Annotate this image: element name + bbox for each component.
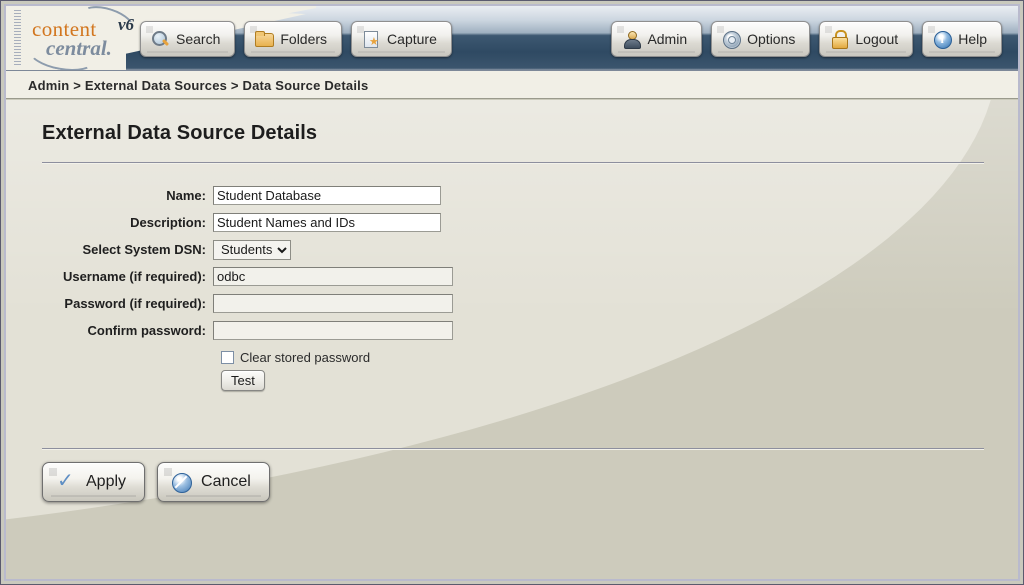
toolbar-button-admin[interactable]: Admin: [611, 21, 703, 57]
toolbar-button-capture-label: Capture: [387, 31, 437, 47]
toolbar-button-help-label: Help: [958, 31, 987, 47]
form-row-confirm-password: Confirm password:: [6, 317, 526, 344]
toolbar-button-logout[interactable]: Logout: [819, 21, 914, 57]
toolbar-button-folders-label: Folders: [280, 31, 328, 47]
form-row-test: Test: [6, 370, 526, 391]
page-body: External Data Source Details Name: Descr…: [6, 100, 1018, 579]
logo-word-central: central.: [46, 36, 112, 60]
capture-icon: ★: [362, 30, 380, 48]
toolbar-button-options[interactable]: Options: [711, 21, 811, 57]
clear-stored-password-checkbox[interactable]: [221, 350, 234, 364]
cancel-circle-icon: [170, 471, 193, 493]
toolbar-button-options-label: Options: [747, 31, 796, 47]
test-button[interactable]: Test: [221, 370, 265, 391]
page-title: External Data Source Details: [42, 122, 318, 144]
toolbar-button-capture[interactable]: ★ Capture: [351, 21, 452, 57]
form-row-dsn: Select System DSN: Students: [6, 236, 526, 263]
app-header: content central. v6 Search Folders ★ Cap…: [6, 6, 1018, 70]
primary-toolbar: Search Folders ★ Capture: [140, 21, 452, 57]
form-row-clear-password: Clear stored password: [6, 344, 526, 370]
cancel-button-label: Cancel: [201, 473, 251, 490]
toolbar-button-logout-label: Logout: [855, 31, 899, 47]
confirm-password-input[interactable]: [213, 321, 453, 340]
checkmark-icon: ✓: [57, 468, 74, 492]
form-row-password: Password (if required):: [6, 290, 526, 317]
description-input[interactable]: [213, 213, 441, 232]
cancel-button[interactable]: Cancel: [157, 462, 270, 502]
breadcrumb-bar: Admin > External Data Sources > Data Sou…: [6, 70, 1018, 99]
logo-version: v6: [118, 15, 135, 34]
password-label: Password (if required):: [64, 296, 206, 311]
form-row-username: Username (if required):: [6, 263, 526, 290]
window-inner-frame: content central. v6 Search Folders ★ Cap…: [4, 4, 1020, 581]
header-ribbed-strip: [14, 10, 21, 66]
info-icon: i: [933, 30, 953, 49]
magnifier-icon: [151, 30, 170, 48]
footer-divider: [42, 448, 984, 450]
title-divider: [42, 162, 984, 164]
description-label: Description:: [130, 215, 206, 230]
folder-icon: [255, 30, 275, 48]
name-label: Name:: [166, 188, 206, 203]
dsn-label: Select System DSN:: [82, 242, 206, 257]
dsn-select[interactable]: Students: [213, 239, 291, 260]
toolbar-button-help[interactable]: i Help: [922, 21, 1002, 57]
user-icon: [622, 30, 642, 49]
app-logo[interactable]: content central. v6: [25, 6, 156, 70]
confirm-password-label: Confirm password:: [87, 323, 206, 338]
lock-icon: [830, 30, 849, 49]
application-window: content central. v6 Search Folders ★ Cap…: [0, 0, 1024, 585]
apply-button[interactable]: ✓ Apply: [42, 462, 146, 502]
form-row-description: Description:: [6, 209, 526, 236]
apply-button-label: Apply: [86, 473, 127, 490]
secondary-toolbar: Admin Options Logout i Help: [611, 21, 1002, 57]
clear-stored-password-label: Clear stored password: [240, 349, 371, 365]
toolbar-button-folders[interactable]: Folders: [244, 21, 343, 57]
data-source-form: Name: Description: Select System DSN: St…: [6, 182, 526, 391]
toolbar-button-search-label: Search: [176, 31, 221, 47]
password-input[interactable]: [213, 294, 453, 313]
toolbar-button-search[interactable]: Search: [140, 21, 236, 57]
name-input[interactable]: [213, 186, 441, 205]
form-row-name: Name:: [6, 182, 526, 209]
username-input[interactable]: [213, 267, 453, 286]
breadcrumb[interactable]: Admin > External Data Sources > Data Sou…: [28, 78, 368, 93]
footer-actions: ✓ Apply Cancel: [42, 462, 270, 502]
toolbar-button-admin-label: Admin: [647, 31, 688, 47]
gear-icon: [722, 30, 742, 49]
username-label: Username (if required):: [62, 269, 206, 284]
